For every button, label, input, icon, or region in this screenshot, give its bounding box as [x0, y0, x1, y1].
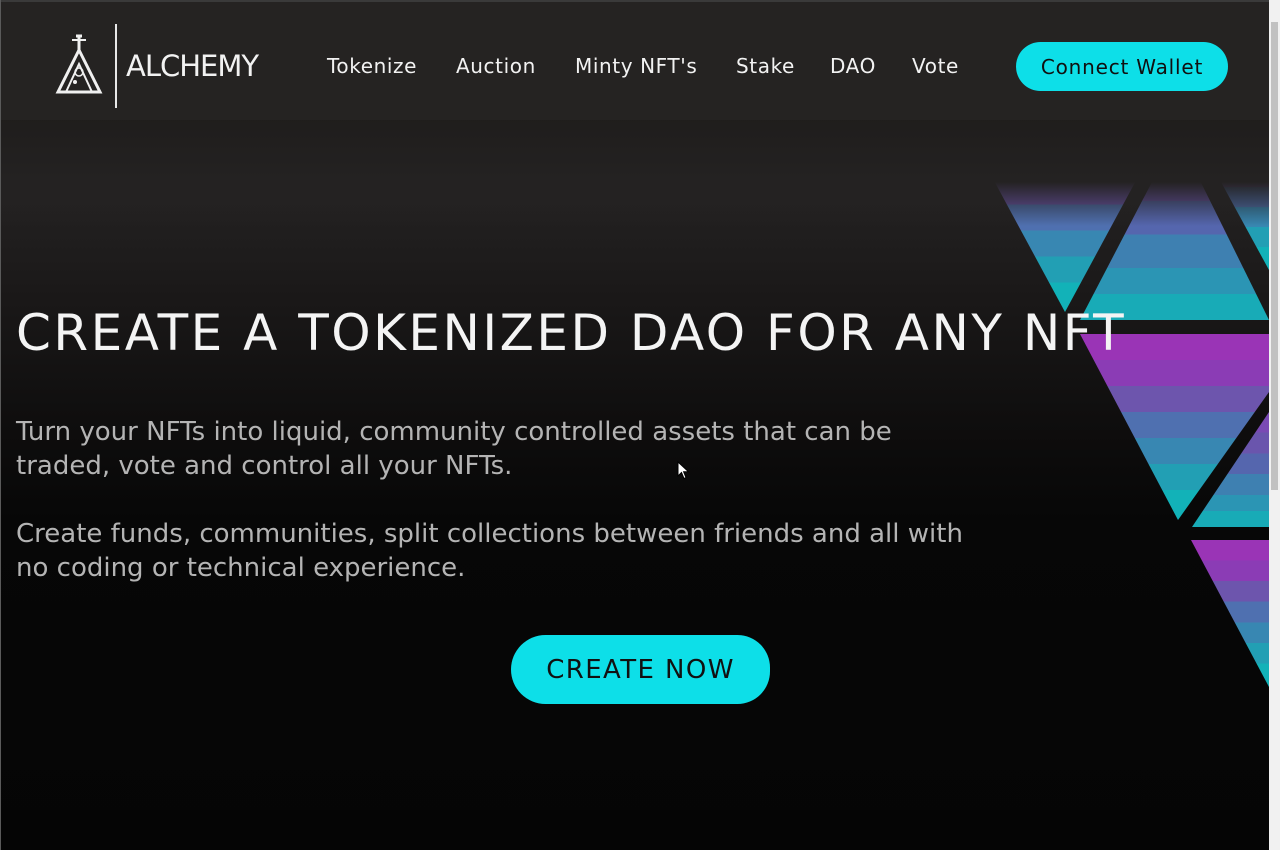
nav-item-tokenize[interactable]: Tokenize: [327, 52, 417, 80]
mouse-cursor-icon: [677, 461, 690, 480]
nav-item-auction[interactable]: Auction: [456, 52, 536, 80]
nav-item-dao[interactable]: DAO: [830, 52, 876, 80]
nav-item-vote[interactable]: Vote: [912, 52, 959, 80]
logo-divider: [115, 24, 117, 108]
hero-paragraph-1: Turn your NFTs into liquid, community co…: [16, 417, 892, 481]
page: ALCHEMY Tokenize Auction Minty NFT's Sta…: [0, 0, 1280, 850]
nav-item-stake[interactable]: Stake: [736, 52, 795, 80]
brand-logo[interactable]: ALCHEMY: [54, 24, 259, 108]
nav-item-minty-nfts[interactable]: Minty NFT's: [575, 52, 697, 80]
scrollbar-thumb[interactable]: [1271, 22, 1278, 490]
site-header: ALCHEMY Tokenize Auction Minty NFT's Sta…: [0, 2, 1269, 120]
connect-wallet-button[interactable]: Connect Wallet: [1016, 42, 1228, 91]
flask-icon: [55, 34, 103, 94]
vertical-scrollbar[interactable]: [1269, 0, 1280, 850]
hero-paragraph-2: Create funds, communities, split collect…: [16, 519, 963, 583]
window-left-edge: [0, 0, 1, 850]
header-shadow: [0, 116, 1269, 226]
create-now-button[interactable]: CREATE NOW: [511, 635, 770, 704]
hero-title: CREATE A TOKENIZED DAO FOR ANY NFT: [16, 304, 1127, 362]
brand-name: ALCHEMY: [126, 49, 259, 83]
